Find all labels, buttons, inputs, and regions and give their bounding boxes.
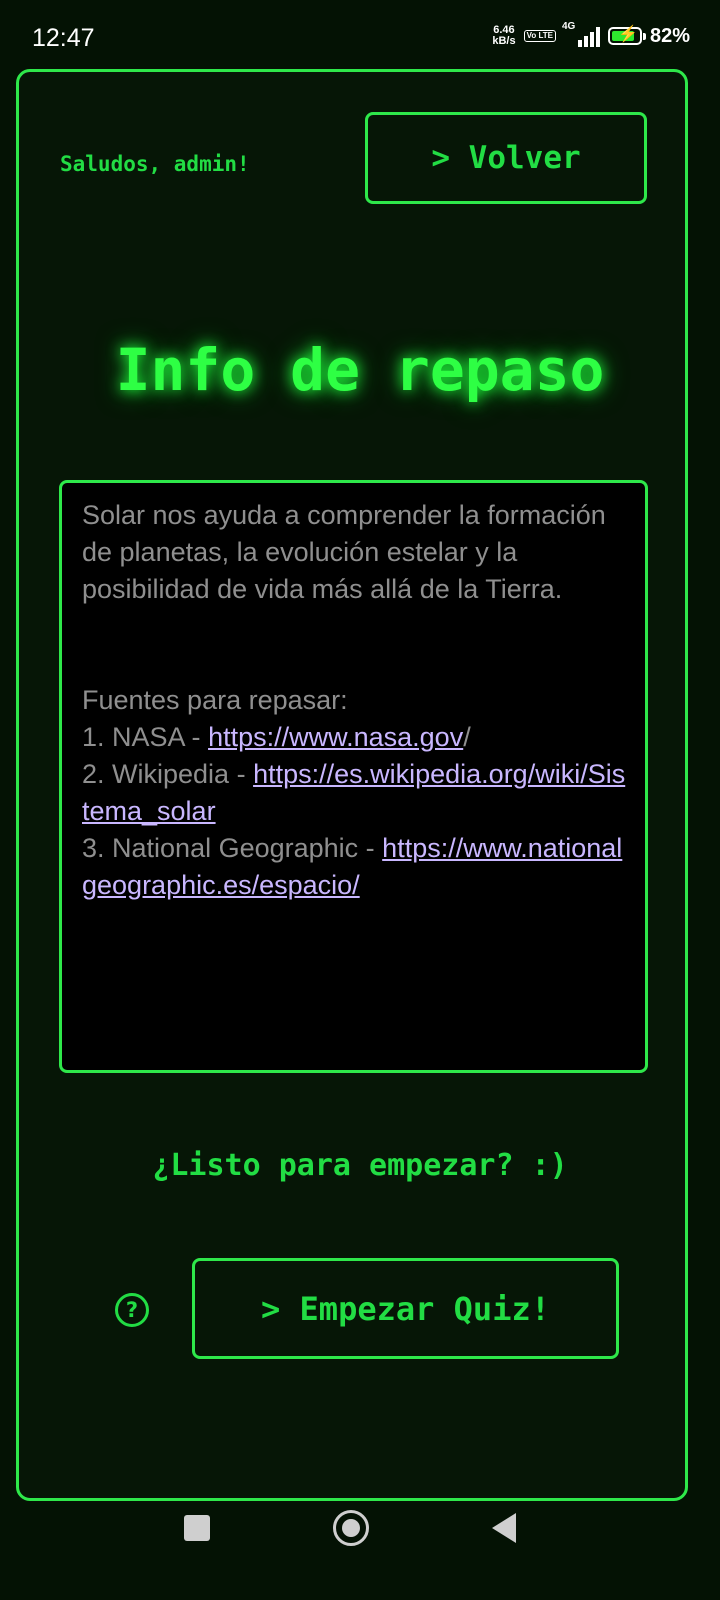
back-button[interactable]: > Volver [365,112,647,204]
system-nav-bar [0,1505,720,1600]
help-icon[interactable]: ? [115,1293,149,1327]
signal-icon: 4G [562,21,600,47]
page-title: Info de repaso [115,336,605,404]
info-intro: Solar nos ayuda a comprender la formació… [82,500,606,604]
network-type: 4G [561,21,576,32]
battery-icon: ⚡ [607,26,646,45]
network-speed: 6.46 kB/s [492,24,516,47]
status-icons: 6.46 kB/s Vo LTE 4G ⚡ 82% [492,20,690,52]
volte-icon: Vo LTE [523,30,556,42]
status-time: 12:47 [32,24,95,52]
info-box: Solar nos ayuda a comprender la formació… [59,480,648,1073]
source-link-nasa[interactable]: https://www.nasa.gov [208,722,463,752]
recents-icon[interactable] [184,1515,210,1541]
source-item-natgeo: 3. National Geographic - https://www.nat… [82,833,623,900]
sources-heading: Fuentes para repasar: [82,685,348,715]
source-item-nasa: 1. NASA - https://www.nasa.gov/ [82,722,471,752]
home-icon[interactable] [333,1510,369,1546]
ready-prompt: ¿Listo para empezar? :) [152,1148,568,1183]
greeting-text: Saludos, admin! [60,152,250,176]
back-nav-icon[interactable] [492,1513,516,1543]
charging-bolt-icon: ⚡ [617,26,638,43]
start-quiz-button[interactable]: > Empezar Quiz! [192,1258,619,1359]
status-bar: 12:47 6.46 kB/s Vo LTE 4G ⚡ 82% [0,0,720,72]
battery-percent: 82% [649,24,690,47]
source-item-wikipedia: 2. Wikipedia - https://es.wikipedia.org/… [82,759,626,826]
